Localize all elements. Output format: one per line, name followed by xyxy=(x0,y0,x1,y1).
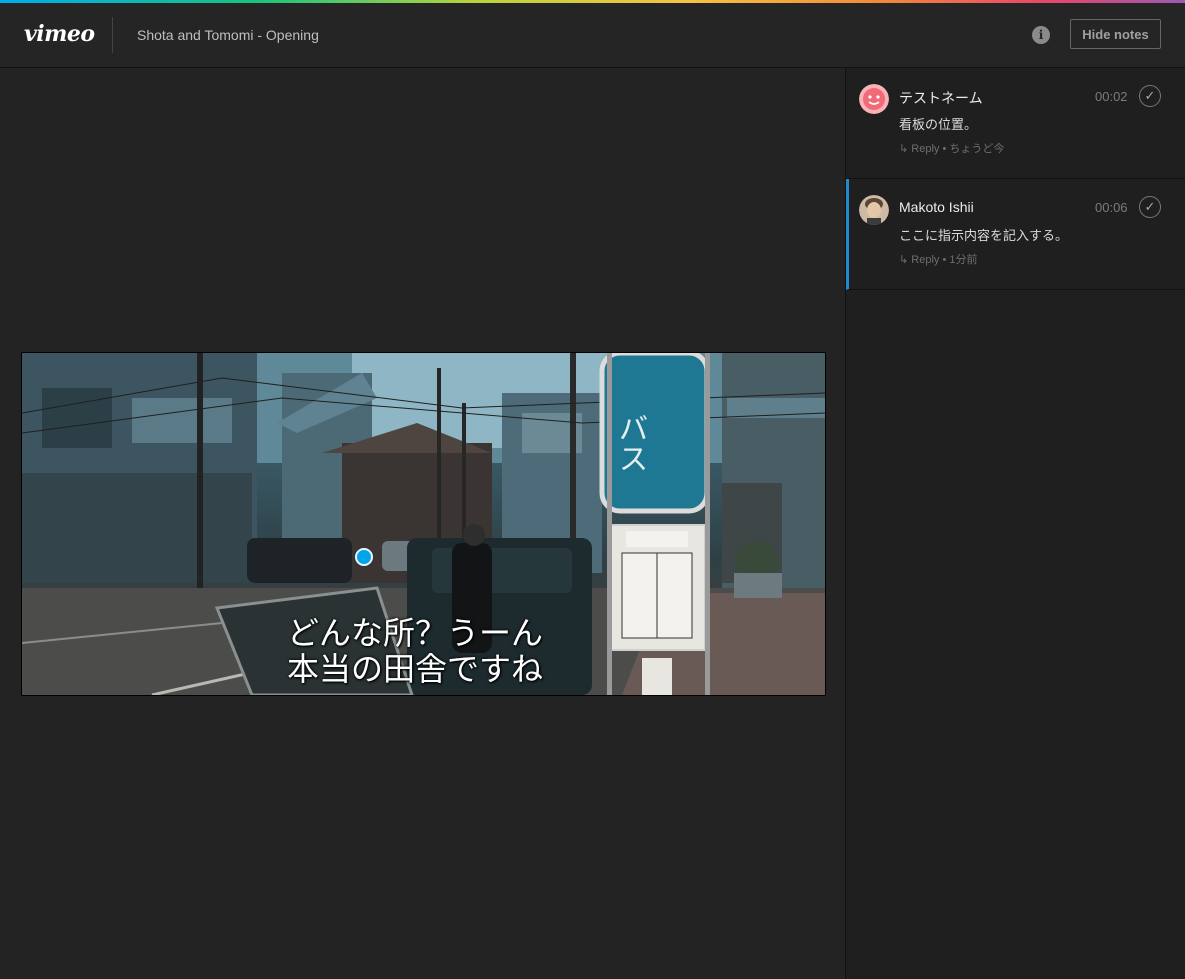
note-meta: ↳ Reply • 1分前 xyxy=(899,251,978,267)
smiley-avatar-icon xyxy=(859,84,889,114)
vimeo-logo[interactable]: vimeo xyxy=(24,21,95,47)
note-body: 看板の位置。 xyxy=(899,117,978,132)
video-subtitle: どんな所？うーん 本当の田舎ですね xyxy=(287,615,617,687)
top-bar: vimeo Shota and Tomomi - Opening i Hide … xyxy=(0,3,1185,68)
note-meta: ↳ Reply • ちょうど今 xyxy=(899,140,1004,156)
note-author: テストネーム xyxy=(899,90,983,106)
subtitle-line-2: 本当の田舎ですね xyxy=(287,650,544,688)
subtitle-line-1: どんな所？うーん xyxy=(287,614,544,652)
resolve-check-icon[interactable]: ✓ xyxy=(1139,85,1161,107)
resolve-check-icon[interactable]: ✓ xyxy=(1139,196,1161,218)
note-timestamp[interactable]: 00:06 xyxy=(1095,200,1128,215)
hide-notes-button[interactable]: Hide notes xyxy=(1070,19,1161,49)
meta-separator: • xyxy=(942,143,947,155)
note-item[interactable]: テストネーム 00:02 ✓ 看板の位置。 ↳ Reply • ちょうど今 xyxy=(846,68,1185,179)
meta-separator: • xyxy=(942,254,947,266)
note-position-marker[interactable] xyxy=(355,548,373,566)
note-author: Makoto Ishii xyxy=(899,199,974,215)
reply-link[interactable]: ↳ Reply xyxy=(899,254,939,266)
note-item-active[interactable]: Makoto Ishii 00:06 ✓ ここに指示内容を記入する。 ↳ Rep… xyxy=(846,179,1185,290)
user-photo-avatar-icon xyxy=(859,195,889,225)
info-icon[interactable]: i xyxy=(1032,26,1050,44)
reply-link[interactable]: ↳ Reply xyxy=(899,143,939,155)
video-frame[interactable]: バス どんな所？うーん 本当の田舎ですね xyxy=(21,352,826,696)
video-title: Shota and Tomomi - Opening xyxy=(137,27,319,43)
notes-sidebar: テストネーム 00:02 ✓ 看板の位置。 ↳ Reply • ちょうど今 Ma… xyxy=(845,68,1185,979)
svg-text:バス: バス xyxy=(613,413,648,473)
video-stage: バス どんな所？うーん 本当の田舎ですね xyxy=(0,68,845,979)
note-time-ago: ちょうど今 xyxy=(949,143,1005,155)
header-divider xyxy=(112,17,113,53)
note-timestamp[interactable]: 00:02 xyxy=(1095,89,1128,104)
note-time-ago: 1分前 xyxy=(949,254,978,266)
note-body: ここに指示内容を記入する。 xyxy=(899,228,1069,243)
